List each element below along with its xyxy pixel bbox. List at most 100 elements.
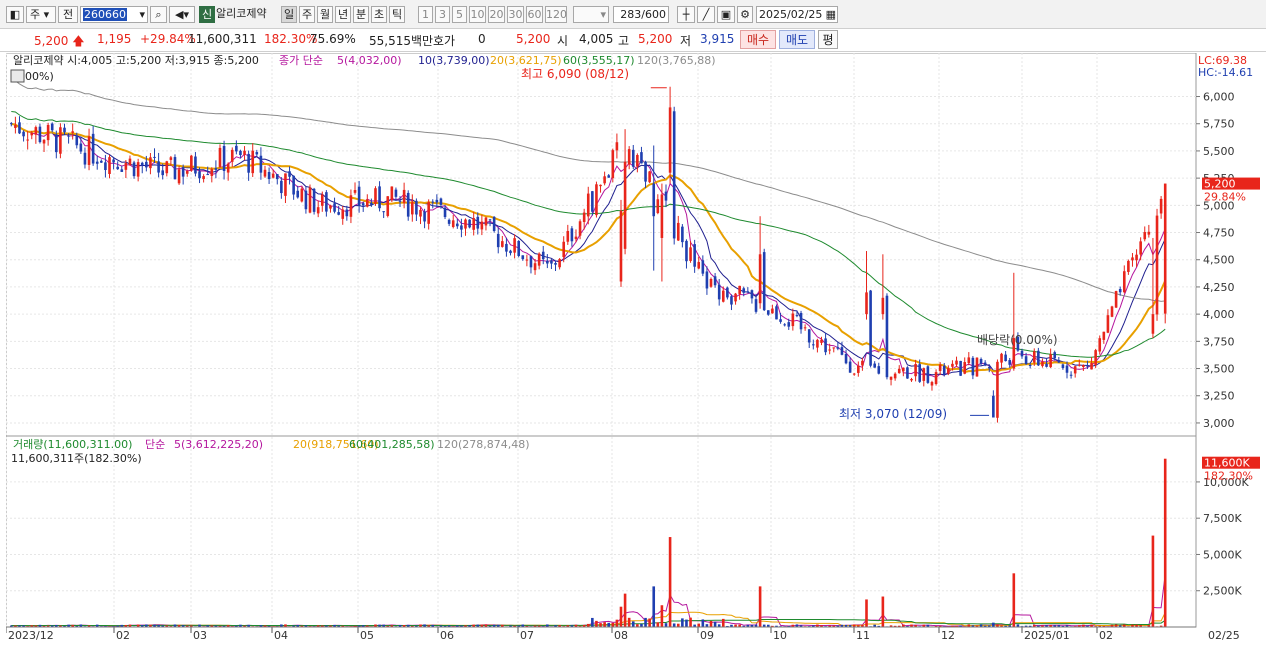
candle-body (726, 287, 729, 298)
candle-body (664, 191, 668, 201)
period-select[interactable]: 주 ▾ (26, 6, 56, 23)
candle-body (1024, 356, 1028, 365)
candle-body (239, 150, 242, 156)
volume-pane (5, 435, 1197, 628)
period-button[interactable]: 초 (371, 6, 387, 23)
search-icon[interactable]: ⌕ (150, 6, 167, 23)
candle-body (423, 211, 426, 222)
candle-body (439, 198, 443, 205)
candle-body (1090, 362, 1093, 370)
unit-select[interactable]: ▾ (573, 6, 609, 23)
price-legend-title: 알리코제약 시:4,005 고:5,200 저:3,915 종:5,200 (13, 53, 259, 67)
period-button[interactable]: 주 (299, 6, 315, 23)
candle-body (247, 153, 250, 173)
chart-menu-icon[interactable]: ◧ (6, 6, 24, 23)
low-label: 저 (680, 34, 692, 48)
date-field[interactable]: 2025/02/25 ▦ (756, 6, 838, 23)
candle-body (288, 171, 291, 177)
candle-body (893, 373, 897, 379)
buy-button[interactable]: 매수 (740, 30, 776, 49)
volume-ma120-legend: 120(278,874,48) (437, 438, 530, 451)
line-tool-icon[interactable]: ╱ (697, 6, 715, 23)
candle-body (852, 373, 856, 375)
candle-body (554, 262, 557, 265)
settings-gear-icon[interactable]: ⚙ (737, 6, 753, 23)
volume-bar (1163, 458, 1167, 627)
interval-button[interactable]: 10 (469, 6, 486, 23)
candle-body (570, 228, 574, 242)
speaker-icon[interactable]: ◀▾ (169, 6, 195, 23)
candle-body (525, 259, 529, 261)
ex-rights-annotation: 배당락(0.00%) (977, 333, 1058, 347)
average-button[interactable]: 평 (818, 30, 838, 49)
save-icon[interactable]: ▣ (717, 6, 735, 23)
volume-bar (992, 622, 995, 627)
period-button[interactable]: 년 (335, 6, 351, 23)
candle-body (713, 276, 717, 286)
chart-canvas: 3,000 3,250 3,500 3,750 4,000 4,250 4,500 4,750… (5, 52, 1260, 642)
hoga-value: 0 (478, 32, 486, 46)
period-button[interactable]: 분 (353, 6, 369, 23)
interval-button[interactable]: 120 (545, 6, 567, 23)
candle-body (202, 176, 205, 180)
month-label: 09 (700, 629, 714, 642)
interval-button[interactable]: 1 (418, 6, 433, 23)
candle-body (67, 135, 70, 137)
candle-body (120, 169, 124, 172)
interval-button[interactable]: 60 (526, 6, 543, 23)
candle-body (1131, 257, 1134, 261)
stock-chart: 3,000 3,250 3,500 3,750 4,000 4,250 4,500 4,750… (5, 52, 1266, 649)
candle-body (636, 155, 639, 167)
candle-body (1114, 291, 1118, 308)
candle-body (983, 362, 987, 365)
interval-button[interactable]: 5 (452, 6, 467, 23)
stock-name: 알리코제약 (216, 7, 267, 20)
price-tick-label: 5,750 (1203, 118, 1235, 131)
interval-button[interactable]: 3 (435, 6, 450, 23)
candle-body (709, 278, 713, 287)
candle-body (1151, 314, 1155, 334)
candle-body (996, 361, 999, 418)
interval-button[interactable]: 30 (507, 6, 524, 23)
candle-body (308, 187, 312, 213)
calendar-icon[interactable]: ▦ (826, 7, 837, 22)
high-price: 5,200 (638, 32, 673, 46)
sell-button[interactable]: 매도 (779, 30, 815, 49)
volume-bar (664, 623, 668, 627)
candle-body (59, 127, 62, 154)
candle-body (1163, 183, 1167, 314)
candle-body (750, 290, 754, 299)
ma5-legend: 5(4,032,00) (337, 54, 402, 67)
candle-body (472, 218, 475, 230)
candle-type-icon[interactable]: ┼ (677, 6, 695, 23)
candle-body (836, 347, 840, 349)
candle-body (38, 126, 42, 143)
interval-button[interactable]: 20 (488, 6, 505, 23)
data-count-field[interactable]: 283/600 (613, 6, 669, 23)
high-label: 고 (618, 34, 630, 48)
prev-button[interactable]: 전 (58, 6, 78, 23)
period-button[interactable]: 일 (281, 6, 297, 23)
candle-body (672, 111, 676, 239)
price-tick-label: 4,000 (1203, 308, 1235, 321)
volume-ma5-legend: 5(3,612,225,20) (174, 438, 263, 451)
candle-body (95, 161, 99, 164)
candle-body (292, 175, 295, 195)
volume-legend-title: 거래량(11,600,311.00) (13, 438, 132, 451)
candle-body (451, 220, 455, 228)
candle-body (435, 199, 439, 203)
volume-bar (631, 621, 635, 627)
candle-body (386, 196, 390, 216)
candle-body (194, 156, 197, 174)
period-button[interactable]: 틱 (389, 6, 405, 23)
grid-toggle-icon[interactable] (10, 69, 25, 83)
open-price: 4,005 (579, 32, 614, 46)
candle-body (881, 297, 885, 315)
period-button[interactable]: 월 (317, 6, 333, 23)
candle-body (640, 152, 643, 164)
candle-body (1077, 364, 1081, 366)
volume-bar (721, 618, 725, 627)
candle-body (697, 262, 701, 269)
stock-code-input[interactable]: 260660 ▾ (80, 6, 148, 23)
volume-bar (865, 599, 868, 627)
